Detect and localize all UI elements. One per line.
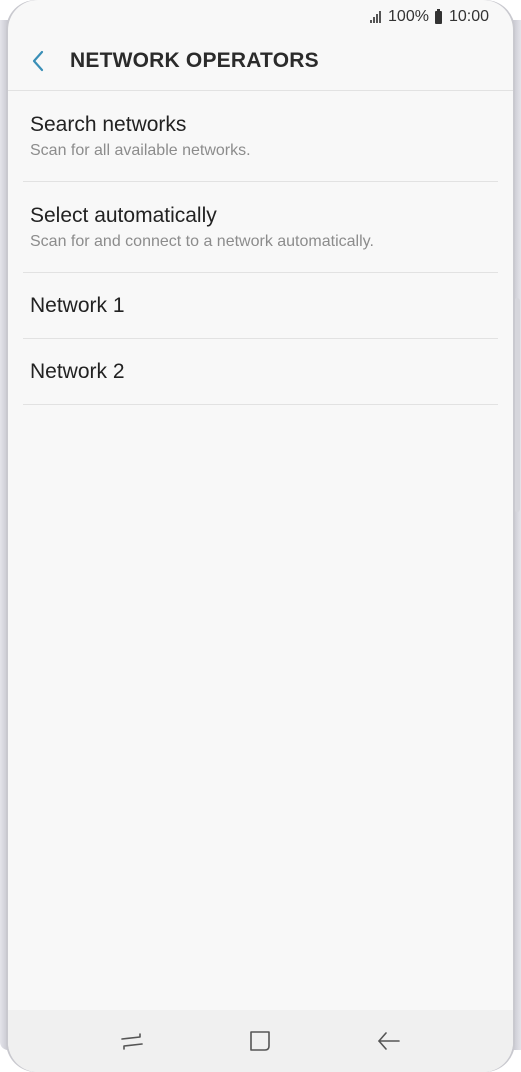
screen: 100% 10:00 NETWORK OPERATORS Search netw…: [8, 0, 513, 1072]
network-1-item[interactable]: Network 1: [23, 273, 498, 339]
search-networks-item[interactable]: Search networks Scan for all available n…: [23, 91, 498, 182]
home-button[interactable]: [242, 1023, 278, 1059]
network-2-item[interactable]: Network 2: [23, 339, 498, 405]
network-operators-list: Search networks Scan for all available n…: [23, 91, 498, 405]
list-item-title: Select automatically: [30, 204, 217, 227]
side-button: [513, 298, 520, 512]
battery-icon: [434, 8, 442, 24]
recents-icon: [121, 1033, 143, 1050]
screen-edge-left: [0, 20, 8, 1050]
list-item-title: Search networks: [30, 113, 187, 136]
home-icon: [250, 1031, 271, 1051]
list-item-subtitle: Scan for all available networks.: [30, 142, 251, 159]
signal-icon: [370, 11, 382, 23]
chevron-left-icon: [32, 50, 44, 72]
page-title: NETWORK OPERATORS: [70, 49, 319, 72]
list-item-title: Network 2: [30, 359, 125, 383]
screen-edge-right: [513, 20, 521, 1050]
back-button[interactable]: [24, 47, 52, 75]
device-frame: 100% 10:00 NETWORK OPERATORS Search netw…: [0, 0, 521, 1072]
recents-button[interactable]: [114, 1023, 150, 1059]
nav-back-button[interactable]: [371, 1023, 407, 1059]
navigation-bar: [8, 1010, 513, 1072]
list-item-subtitle: Scan for and connect to a network automa…: [30, 233, 374, 250]
select-automatically-item[interactable]: Select automatically Scan for and connec…: [23, 182, 498, 273]
clock: 10:00: [448, 8, 489, 25]
arrow-left-icon: [378, 1032, 400, 1050]
app-bar: NETWORK OPERATORS: [8, 32, 513, 90]
list-item-title: Network 1: [30, 293, 125, 317]
battery-percentage: 100%: [388, 8, 429, 25]
status-bar: 100% 10:00: [370, 6, 489, 28]
